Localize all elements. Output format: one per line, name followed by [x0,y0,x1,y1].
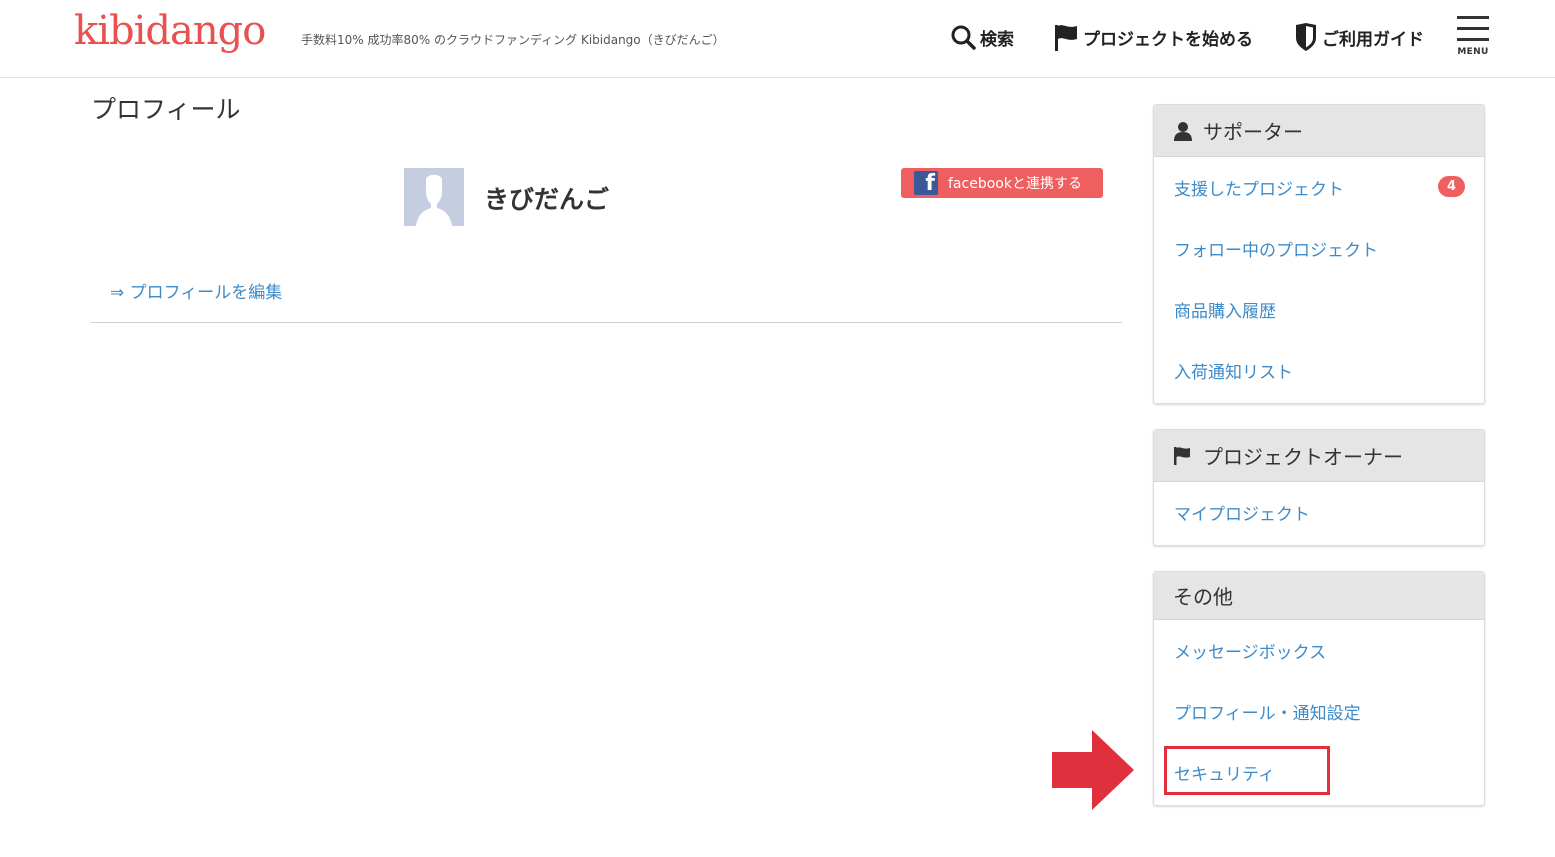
shield-icon [1296,23,1316,51]
sidebar-item-backed-projects[interactable]: 支援したプロジェクト 4 [1154,157,1484,218]
sidebar-item-label: 商品購入履歴 [1174,302,1276,322]
sidebar-item-profile-settings[interactable]: プロフィール・通知設定 [1154,681,1484,742]
supporter-panel-header: サポーター [1154,105,1484,157]
page-title: プロフィール [91,95,241,124]
guide-label: ご利用ガイド [1322,29,1424,50]
site-logo[interactable]: kibidango [74,8,266,54]
user-name: きびだんご [484,185,610,214]
flag-icon [1055,25,1077,51]
sidebar-item-label: マイプロジェクト [1174,505,1310,525]
facebook-connect-button[interactable]: f facebookと連携する [901,168,1103,198]
highlight-box [1164,746,1330,795]
owner-panel: プロジェクトオーナー マイプロジェクト [1153,429,1485,546]
sidebar-item-label: 支援したプロジェクト [1174,180,1344,200]
pointer-arrow-icon [1052,730,1134,810]
sidebar-item-restock-list[interactable]: 入荷通知リスト [1154,340,1484,401]
sidebar-item-label: フォロー中のプロジェクト [1174,241,1378,261]
hamburger-icon [1457,16,1489,19]
start-project-button[interactable]: プロジェクトを始める [1053,22,1253,52]
owner-panel-header: プロジェクトオーナー [1154,430,1484,482]
facebook-connect-label: facebookと連携する [948,176,1082,192]
flag-icon [1174,446,1190,465]
count-badge: 4 [1438,176,1465,197]
search-icon [951,25,976,50]
other-panel-title: その他 [1173,585,1233,609]
sidebar-item-purchase-history[interactable]: 商品購入履歴 [1154,279,1484,340]
user-icon [1174,121,1192,141]
supporter-panel: サポーター 支援したプロジェクト 4 フォロー中のプロジェクト 商品購入履歴 入… [1153,104,1485,404]
edit-profile-link[interactable]: ⇒ プロフィールを編集 [110,278,282,303]
divider [91,322,1122,323]
sidebar-item-label: メッセージボックス [1174,643,1327,663]
search-button[interactable]: 検索 [950,22,1014,52]
other-panel-header: その他 [1154,572,1484,620]
facebook-icon: f [914,171,938,195]
default-avatar-icon [404,168,464,226]
guide-button[interactable]: ご利用ガイド [1294,22,1424,52]
start-project-label: プロジェクトを始める [1083,29,1253,50]
avatar [404,168,464,226]
hamburger-icon-bar [1457,38,1489,41]
site-header: kibidango 手数料10% 成功率80% のクラウドファンディング Kib… [0,0,1555,78]
sidebar-item-label: 入荷通知リスト [1174,363,1293,383]
owner-panel-title: プロジェクトオーナー [1203,445,1403,469]
menu-label: MENU [1457,47,1489,57]
sidebar-item-my-projects[interactable]: マイプロジェクト [1154,482,1484,543]
hamburger-icon-bar [1457,27,1489,30]
sidebar-item-label: プロフィール・通知設定 [1174,704,1361,724]
sidebar-item-message-box[interactable]: メッセージボックス [1154,620,1484,681]
supporter-panel-title: サポーター [1203,120,1303,144]
menu-button[interactable]: MENU [1455,14,1491,60]
search-label: 検索 [980,29,1014,50]
sidebar-item-following-projects[interactable]: フォロー中のプロジェクト [1154,218,1484,279]
site-tagline: 手数料10% 成功率80% のクラウドファンディング Kibidango（きびだ… [301,33,725,47]
